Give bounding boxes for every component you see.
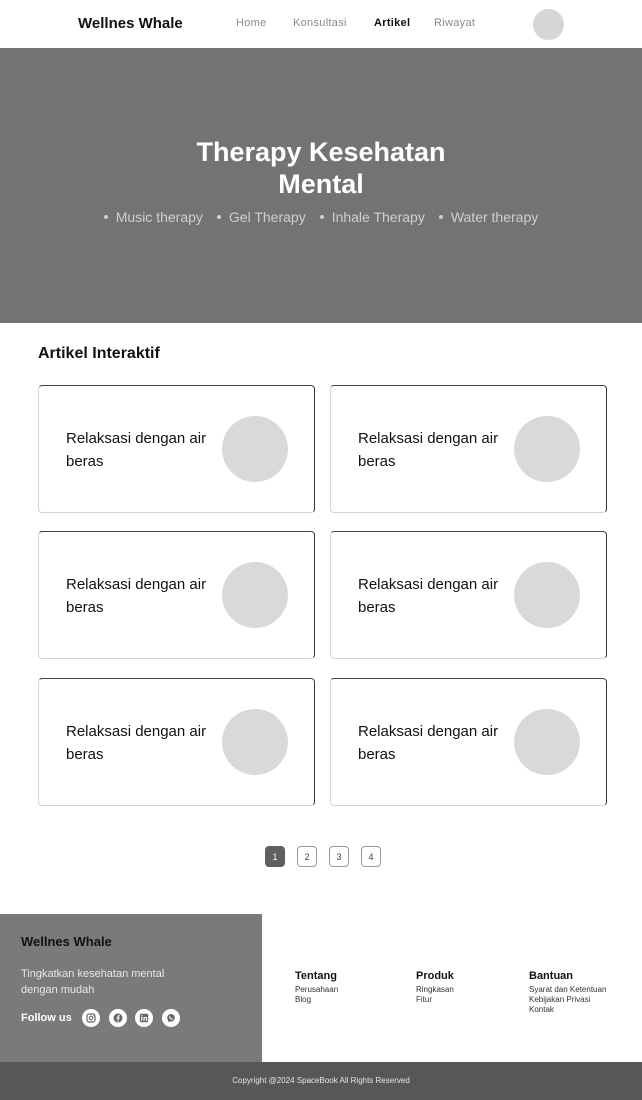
article-thumbnail bbox=[222, 562, 288, 628]
therapy-tag[interactable]: Water therapy bbox=[438, 209, 539, 225]
section-title: Artikel Interaktif bbox=[38, 345, 160, 362]
article-card[interactable]: Relaksasi dengan air beras bbox=[38, 385, 315, 513]
article-card[interactable]: Relaksasi dengan air beras bbox=[330, 385, 607, 513]
article-title: Relaksasi dengan air beras bbox=[358, 576, 499, 616]
article-thumbnail bbox=[514, 562, 580, 628]
pagination: 1 2 3 4 bbox=[265, 846, 381, 867]
footer-link[interactable]: Syarat dan Ketentuan bbox=[529, 985, 606, 995]
user-avatar[interactable] bbox=[533, 9, 564, 40]
bullet-icon bbox=[319, 215, 324, 219]
nav-home[interactable]: Home bbox=[236, 17, 267, 29]
therapy-tag-label: Water therapy bbox=[450, 209, 539, 225]
therapy-tag[interactable]: Inhale Therapy bbox=[319, 209, 425, 225]
article-title: Relaksasi dengan air beras bbox=[66, 576, 207, 616]
footer-brand-panel: Wellnes Whale Tingkatkan kesehatan menta… bbox=[0, 914, 262, 1062]
footer-column-bantuan: Bantuan Syarat dan Ketentuan Kebijakan P… bbox=[529, 970, 606, 1015]
footer-link[interactable]: Ringkasan bbox=[416, 985, 454, 995]
therapy-tags: Music therapy Gel Therapy Inhale Therapy… bbox=[0, 209, 642, 225]
therapy-tag[interactable]: Music therapy bbox=[103, 209, 203, 225]
bullet-icon bbox=[103, 215, 108, 219]
article-title: Relaksasi dengan air beras bbox=[66, 723, 207, 763]
bullet-icon bbox=[216, 215, 221, 219]
page-button-1[interactable]: 1 bbox=[265, 846, 285, 867]
footer-link[interactable]: Kebijakan Privasi bbox=[529, 995, 606, 1005]
footer-column-tentang: Tentang Perusahaan Blog bbox=[295, 970, 338, 1005]
follow-label: Follow us bbox=[21, 1012, 72, 1024]
article-thumbnail bbox=[514, 416, 580, 482]
whatsapp-icon[interactable] bbox=[162, 1009, 180, 1027]
article-title: Relaksasi dengan air beras bbox=[358, 723, 499, 763]
hero-title-line1: Therapy Kesehatan bbox=[196, 137, 446, 167]
page-button-3[interactable]: 3 bbox=[329, 846, 349, 867]
therapy-tag[interactable]: Gel Therapy bbox=[216, 209, 306, 225]
article-thumbnail bbox=[222, 709, 288, 775]
facebook-icon[interactable] bbox=[109, 1009, 127, 1027]
hero-title: Therapy Kesehatan Mental bbox=[0, 136, 642, 200]
therapy-tag-label: Inhale Therapy bbox=[331, 209, 425, 225]
article-card[interactable]: Relaksasi dengan air beras bbox=[38, 678, 315, 806]
hero-title-line2: Mental bbox=[278, 169, 364, 199]
bullet-icon bbox=[438, 215, 443, 219]
article-card[interactable]: Relaksasi dengan air beras bbox=[38, 531, 315, 659]
page-button-2[interactable]: 2 bbox=[297, 846, 317, 867]
article-card[interactable]: Relaksasi dengan air beras bbox=[330, 678, 607, 806]
hero-banner: Therapy Kesehatan Mental Music therapy G… bbox=[0, 48, 642, 323]
top-navbar: Wellnes Whale Home Konsultasi Artikel Ri… bbox=[0, 0, 642, 48]
therapy-tag-label: Gel Therapy bbox=[228, 209, 306, 225]
nav-artikel[interactable]: Artikel bbox=[374, 17, 410, 29]
footer-link[interactable]: Perusahaan bbox=[295, 985, 338, 995]
footer-column-title: Bantuan bbox=[529, 970, 573, 982]
footer-link[interactable]: Kontak bbox=[529, 1005, 606, 1015]
footer-brand: Wellnes Whale bbox=[21, 934, 112, 949]
copyright-text: Copyright @2024 SpaceBook All Rights Res… bbox=[232, 1076, 410, 1085]
footer-column-title: Tentang bbox=[295, 970, 337, 982]
article-thumbnail bbox=[514, 709, 580, 775]
footer-column-title: Produk bbox=[416, 970, 454, 982]
article-thumbnail bbox=[222, 416, 288, 482]
footer-link[interactable]: Blog bbox=[295, 995, 338, 1005]
footer-tagline: Tingkatkan kesehatan mental dengan mudah bbox=[21, 968, 165, 996]
nav-riwayat[interactable]: Riwayat bbox=[434, 17, 475, 29]
nav-konsultasi[interactable]: Konsultasi bbox=[293, 17, 347, 29]
therapy-tag-label: Music therapy bbox=[115, 209, 203, 225]
linkedin-icon[interactable] bbox=[135, 1009, 153, 1027]
article-title: Relaksasi dengan air beras bbox=[358, 430, 499, 470]
instagram-icon[interactable] bbox=[82, 1009, 100, 1027]
article-card[interactable]: Relaksasi dengan air beras bbox=[330, 531, 607, 659]
brand-logo[interactable]: Wellnes Whale bbox=[78, 15, 183, 32]
copyright-bar: Copyright @2024 SpaceBook All Rights Res… bbox=[0, 1062, 642, 1100]
page-button-4[interactable]: 4 bbox=[361, 846, 381, 867]
article-title: Relaksasi dengan air beras bbox=[66, 430, 207, 470]
footer-link[interactable]: Fitur bbox=[416, 995, 454, 1005]
footer-column-produk: Produk Ringkasan Fitur bbox=[416, 970, 454, 1005]
